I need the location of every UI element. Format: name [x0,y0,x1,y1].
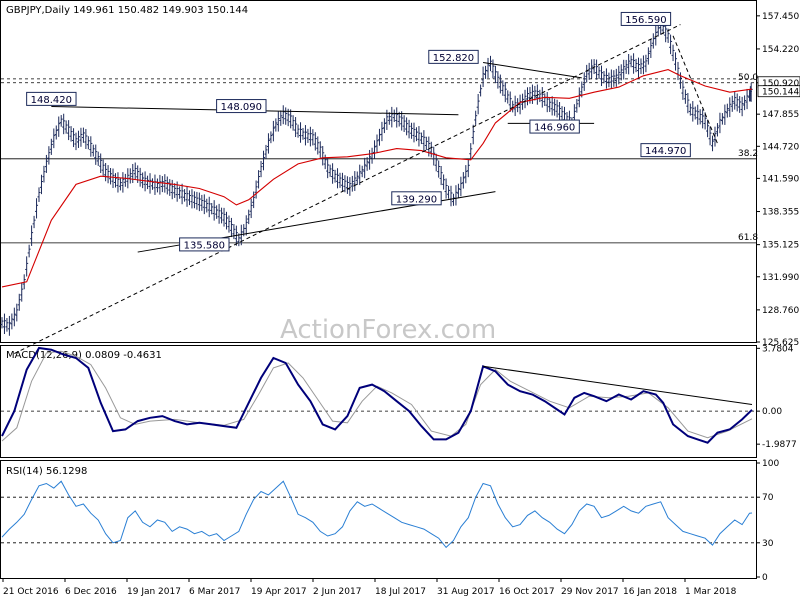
price-tick-label-4: 144.720 [762,142,799,152]
price-tick-label-0: 157.450 [762,12,799,22]
price-tick-label-9: 128.760 [762,306,799,316]
chart-canvas: ActionForex.com GBPJPY,Daily 149.961 150… [0,0,800,600]
rsi-tick-label-2: 30 [762,539,774,549]
macd-tick-label-0: 3.7804 [762,344,794,354]
rsi-tick-label-1: 70 [762,493,774,503]
x-tick-label-7: 31 Aug 2017 [437,587,495,597]
x-tick-label-11: 1 Mar 2018 [685,587,737,597]
rsi-tick-label-3: 0 [762,573,768,583]
x-tick-label-8: 16 Oct 2017 [499,587,555,597]
price-annotation-7: 144.970 [645,146,686,157]
watermark: ActionForex.com [280,315,496,345]
rsi-tick-label-0: 100 [762,459,779,469]
price-tick-label-3: 147.855 [762,110,799,120]
price-tick-label-6: 138.355 [762,208,799,218]
fib-50-label: 50.0 [738,73,758,83]
macd-label: MACD(12,26,9) 0.0809 -0.4631 [6,350,162,361]
x-tick-label-9: 29 Nov 2017 [561,587,619,597]
price-tick-label-1: 154.220 [762,45,799,55]
x-tick-label-4: 19 Apr 2017 [251,587,307,597]
last-price-label: 150.144 [762,88,799,98]
price-annotation-2: 135.580 [184,240,225,251]
price-tick-label-7: 135.125 [762,241,799,251]
price-tick-label-8: 131.990 [762,273,799,283]
x-tick-label-5: 2 Jun 2017 [313,587,361,597]
fib-label-2: 61.8 [738,233,758,243]
x-tick-label-0: 21 Oct 2016 [3,587,59,597]
x-tick-label-1: 6 Dec 2016 [65,587,117,597]
price-tick-label-5: 141.590 [762,174,799,184]
macd-tick-label-2: -1.9877 [762,440,797,450]
x-tick-label-3: 6 Mar 2017 [189,587,240,597]
price-annotation-1: 148.090 [221,102,262,113]
x-tick-label-6: 18 Jul 2017 [375,587,426,597]
price-annotation-5: 146.960 [534,123,575,134]
price-annotation-4: 152.820 [433,53,474,64]
price-annotation-0: 148.420 [31,95,72,106]
macd-tick-label-1: 0.00 [762,407,782,417]
background [0,0,800,600]
ohlc-header: GBPJPY,Daily 149.961 150.482 149.903 150… [6,5,248,16]
price-annotation-6: 156.590 [625,15,666,26]
x-tick-label-2: 19 Jan 2017 [127,587,181,597]
x-tick-label-10: 16 Jan 2018 [623,587,677,597]
fib-label-1: 38.2 [738,149,758,159]
price-annotation-3: 139.290 [396,194,437,205]
rsi-label: RSI(14) 56.1298 [6,466,87,477]
